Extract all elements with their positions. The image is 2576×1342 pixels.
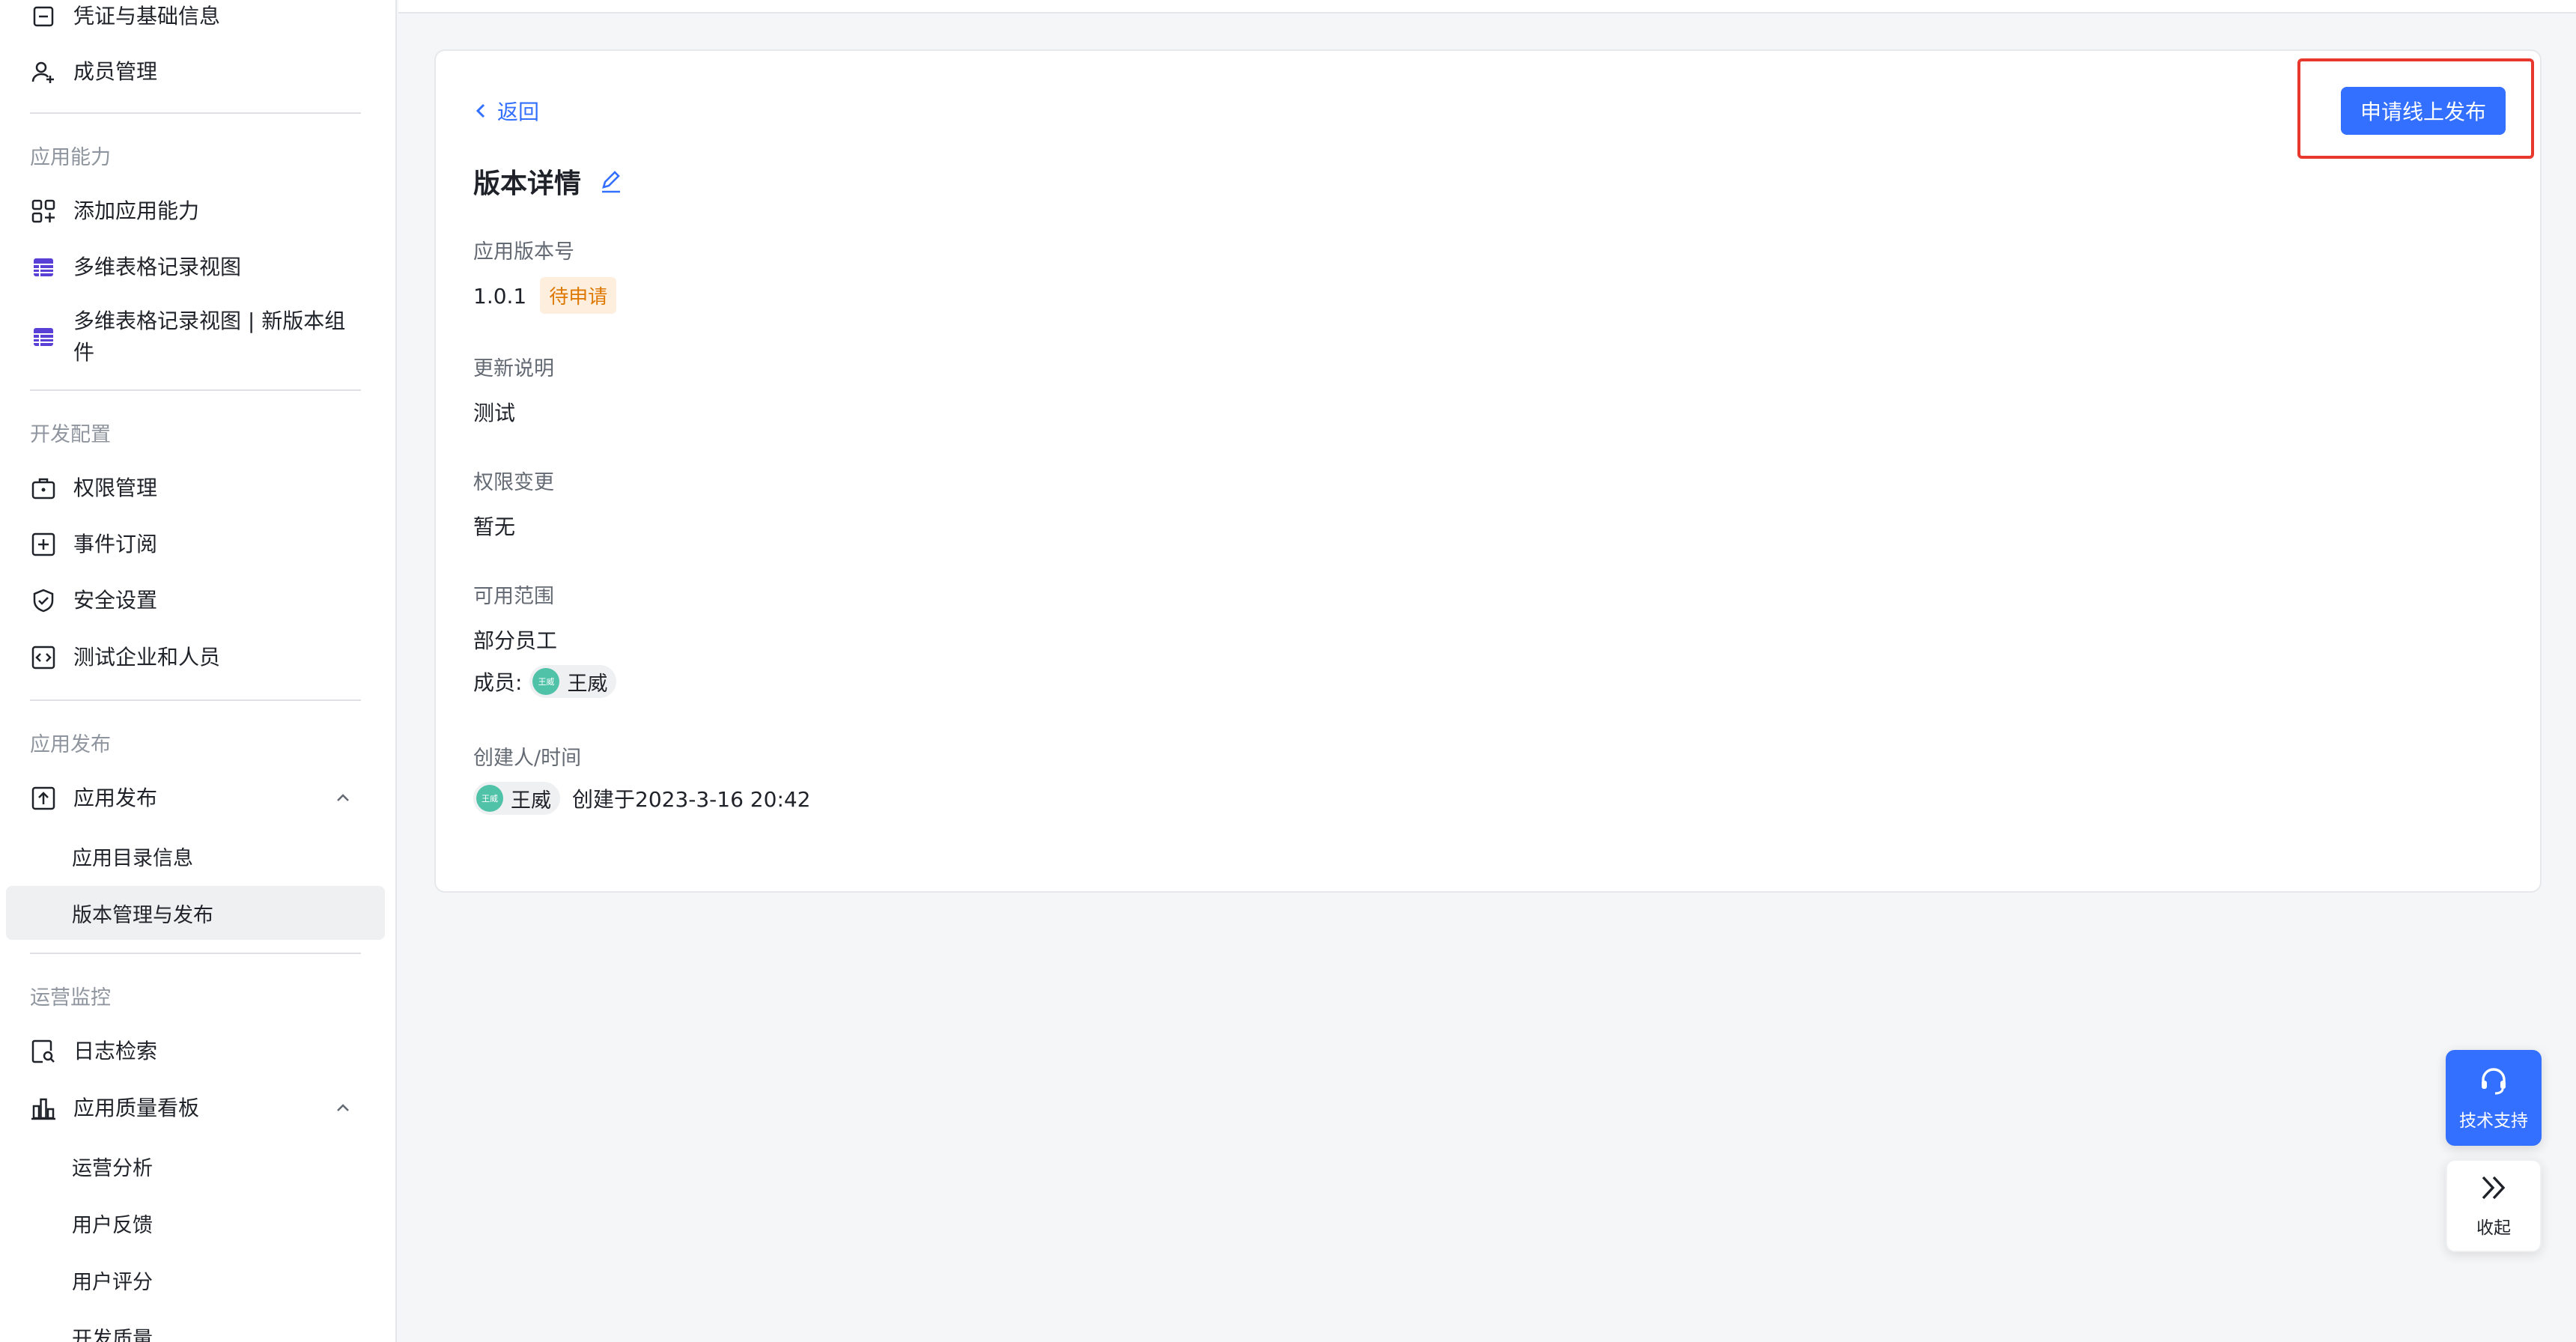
sidebar-item-members[interactable]: 成员管理 bbox=[30, 48, 367, 96]
section-title-ops: 运营监控 bbox=[30, 986, 111, 1009]
sidebar-item-events[interactable]: 事件订阅 bbox=[30, 520, 367, 568]
sidebar-item-credentials[interactable]: 凭证与基础信息 bbox=[30, 0, 367, 40]
status-badge: 待申请 bbox=[540, 277, 617, 314]
sidebar-divider bbox=[30, 953, 361, 954]
creator-label: 创建人/时间 bbox=[473, 747, 582, 770]
page-title-text: 版本详情 bbox=[473, 168, 582, 199]
creator-name: 王威 bbox=[511, 789, 551, 813]
sidebar-item-quality-board[interactable]: 应用质量看板 bbox=[30, 1084, 367, 1132]
double-chevron-right-icon bbox=[2477, 1173, 2510, 1206]
member-name: 王威 bbox=[567, 672, 608, 696]
shield-check-icon bbox=[30, 587, 57, 614]
sidebar-item-log-search[interactable]: 日志检索 bbox=[30, 1027, 367, 1075]
sidebar-subitem-ops-analysis[interactable]: 运营分析 bbox=[72, 1152, 153, 1181]
sidebar-subitem-rating[interactable]: 用户评分 bbox=[72, 1266, 153, 1295]
sidebar-item-security[interactable]: 安全设置 bbox=[30, 577, 367, 625]
section-title-publish: 应用发布 bbox=[30, 733, 111, 756]
tech-support-label: 技术支持 bbox=[2459, 1111, 2528, 1131]
sidebar-divider bbox=[30, 112, 361, 114]
sidebar-subitem-dev-quality[interactable]: 开发质量 bbox=[72, 1323, 153, 1342]
doc-search-icon bbox=[30, 1038, 57, 1065]
collapse-label: 收起 bbox=[2476, 1218, 2511, 1238]
version-row: 1.0.1 待申请 bbox=[473, 277, 617, 314]
sidebar-item-label: 应用发布 bbox=[73, 786, 158, 810]
notes-value: 测试 bbox=[473, 401, 516, 425]
chevron-up-icon[interactable] bbox=[334, 788, 352, 813]
annotation-highlight-box bbox=[2297, 58, 2534, 159]
bar-chart-icon bbox=[30, 1095, 57, 1122]
scope-value: 部分员工 bbox=[473, 628, 558, 653]
sidebar-item-label: 安全设置 bbox=[73, 588, 158, 613]
permission-change-label: 权限变更 bbox=[473, 471, 554, 494]
back-link[interactable]: 返回 bbox=[473, 96, 539, 126]
sidebar-subitem-directory-info[interactable]: 应用目录信息 bbox=[72, 842, 193, 871]
top-header-strip bbox=[398, 0, 2576, 13]
square-plus-icon bbox=[30, 531, 57, 558]
sidebar-item-bitable-view[interactable]: 多维表格记录视图 bbox=[30, 243, 367, 291]
table-icon bbox=[30, 254, 57, 281]
code-box-icon bbox=[30, 644, 57, 671]
permission-change-value: 暂无 bbox=[473, 514, 516, 539]
sidebar-item-label: 权限管理 bbox=[73, 476, 158, 500]
version-value: 1.0.1 bbox=[473, 284, 527, 309]
sidebar-item-app-publish[interactable]: 应用发布 bbox=[30, 774, 367, 822]
sidebar-item-bitable-view-new[interactable]: 多维表格记录视图 | 新版本组件 bbox=[30, 301, 367, 373]
back-link-label: 返回 bbox=[497, 100, 540, 124]
sidebar-divider bbox=[30, 389, 361, 391]
sidebar-item-label: 日志检索 bbox=[73, 1039, 158, 1063]
notes-label: 更新说明 bbox=[473, 357, 554, 380]
upload-box-icon bbox=[30, 785, 57, 812]
version-detail-card: 返回 版本详情 应用版本号 1.0.1 待申请 更新说明 测试 权限变更 暂无 可… bbox=[434, 49, 2542, 893]
grid-plus-icon bbox=[30, 198, 57, 225]
scope-label: 可用范围 bbox=[473, 585, 554, 608]
sidebar-item-label: 多维表格记录视图 | 新版本组件 bbox=[73, 309, 346, 365]
collapse-button[interactable]: 收起 bbox=[2446, 1159, 2542, 1252]
created-at: 创建于2023-3-16 20:42 bbox=[572, 787, 811, 812]
sidebar-item-permissions[interactable]: 权限管理 bbox=[30, 464, 367, 512]
table-icon bbox=[30, 324, 57, 350]
sidebar-divider bbox=[30, 699, 361, 701]
sidebar-subitem-feedback[interactable]: 用户反馈 bbox=[72, 1209, 153, 1238]
creator-row: 王威 王威 创建于2023-3-16 20:42 bbox=[466, 782, 811, 815]
sidebar-subitem-version-publish[interactable]: 版本管理与发布 bbox=[72, 899, 213, 928]
avatar: 王威 bbox=[476, 785, 503, 812]
doc-icon bbox=[30, 3, 57, 30]
tech-support-button[interactable]: 技术支持 bbox=[2446, 1050, 2542, 1146]
page-title: 版本详情 bbox=[473, 162, 625, 201]
sidebar-item-test-org[interactable]: 测试企业和人员 bbox=[30, 634, 367, 681]
section-title-dev-config: 开发配置 bbox=[30, 423, 111, 446]
avatar: 王威 bbox=[532, 668, 560, 695]
section-title-capabilities: 应用能力 bbox=[30, 146, 111, 169]
user-plus-icon bbox=[30, 58, 57, 85]
briefcase-lock-icon bbox=[30, 475, 57, 502]
sidebar-item-label: 事件订阅 bbox=[73, 532, 158, 556]
sidebar-item-label: 应用质量看板 bbox=[73, 1096, 200, 1120]
version-label: 应用版本号 bbox=[473, 240, 574, 264]
sidebar-item-label: 凭证与基础信息 bbox=[73, 4, 221, 28]
chevron-left-icon bbox=[476, 103, 485, 118]
sidebar-item-label: 成员管理 bbox=[73, 59, 158, 84]
members-row: 成员: 王威 王威 bbox=[473, 665, 617, 698]
member-chip[interactable]: 王威 王威 bbox=[529, 665, 617, 698]
edit-icon[interactable] bbox=[598, 168, 625, 195]
sidebar-item-label: 添加应用能力 bbox=[73, 198, 200, 223]
sidebar-item-label: 测试企业和人员 bbox=[73, 645, 221, 670]
headset-icon bbox=[2477, 1064, 2510, 1100]
sidebar-item-add-capability[interactable]: 添加应用能力 bbox=[30, 187, 367, 235]
sidebar-item-label: 多维表格记录视图 bbox=[73, 255, 242, 279]
chevron-up-icon[interactable] bbox=[334, 1098, 352, 1123]
members-prefix: 成员: bbox=[473, 670, 523, 695]
sidebar: 凭证与基础信息 成员管理 应用能力 添加应用能力 多维表格记录视图 多维表格记录… bbox=[0, 0, 397, 1342]
creator-chip[interactable]: 王威 王威 bbox=[473, 782, 560, 815]
